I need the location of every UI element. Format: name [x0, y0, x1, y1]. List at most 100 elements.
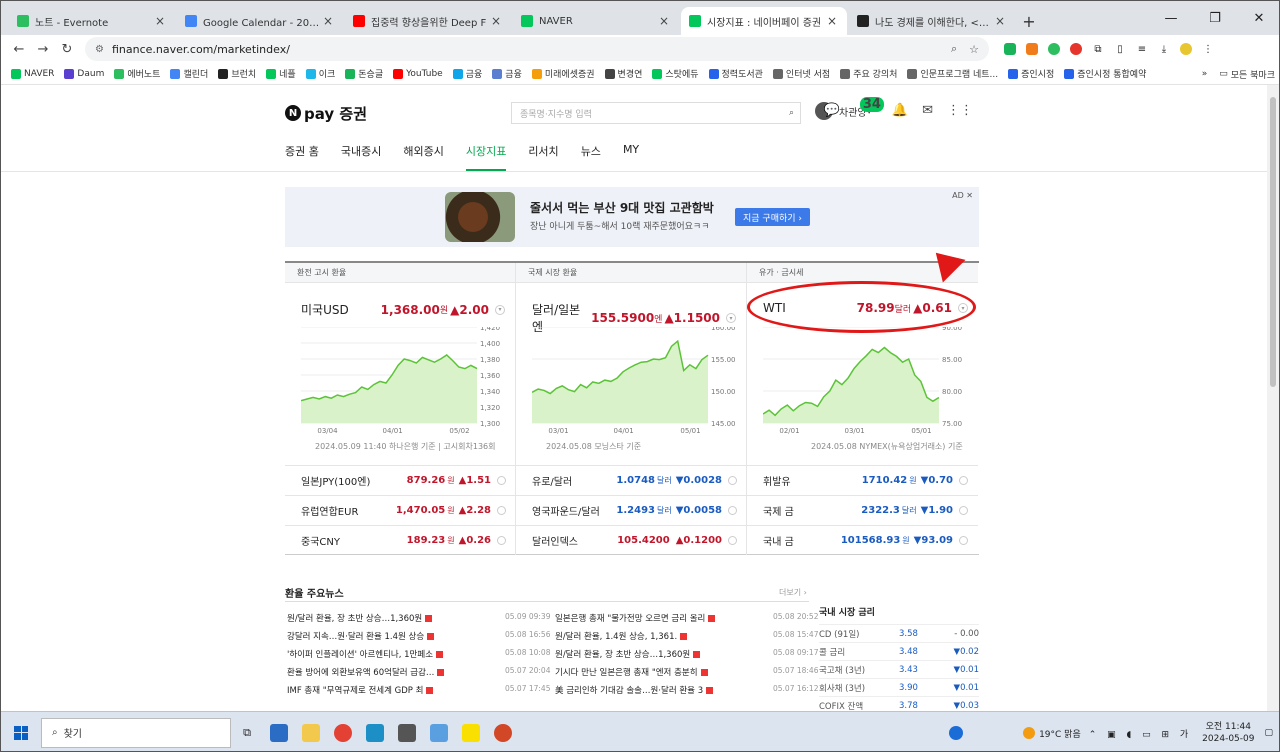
news-item[interactable]: 원/달러 환율, 장 초반 상승…1,360원 05.08 09:17: [555, 648, 818, 660]
browser-tab[interactable]: 나도 경제를 이해한다, <돈승 ×: [849, 7, 1015, 35]
rate-row[interactable]: 국고채 (3년) 3.43 ▼0.01: [819, 660, 979, 678]
menu-item[interactable]: 해외증시: [403, 143, 443, 171]
stock-search-input[interactable]: 종목명·지수명 입력 ⌕: [511, 102, 801, 124]
bookmark-item[interactable]: Daum: [64, 68, 104, 79]
taskbar-search[interactable]: ⌕ 찾기: [41, 717, 231, 748]
sub-rate-row[interactable]: 국제 금 2322.3 달러 ▼1.90: [747, 495, 978, 525]
browser-tab[interactable]: 집중력 향상을위한 Deep F ×: [345, 7, 511, 35]
browser-tab[interactable]: 노트 - Evernote ×: [9, 7, 175, 35]
toggle-icon[interactable]: [728, 536, 737, 545]
news-more-link[interactable]: 더보기 ›: [779, 587, 807, 598]
puzzle-icon[interactable]: ⧉: [1087, 38, 1109, 60]
bookmark-item[interactable]: 미래에셋증권: [531, 67, 595, 80]
bookmark-item[interactable]: 스탓에듀: [652, 67, 699, 80]
bookmark-item[interactable]: 인문프로그램 네트...: [907, 67, 998, 80]
scrollbar-thumb[interactable]: [1270, 97, 1276, 387]
profile-icon[interactable]: [1175, 38, 1197, 60]
bookmark-item[interactable]: 금융: [452, 67, 482, 80]
close-icon[interactable]: ×: [993, 14, 1007, 28]
start-button[interactable]: [1, 712, 41, 752]
toggle-icon[interactable]: [959, 506, 968, 515]
news-item[interactable]: 기시다 만난 일본은행 총재 "엔저 충분히 05.07 18:46: [555, 666, 818, 678]
app-icon[interactable]: [391, 715, 423, 751]
restore-icon[interactable]: ❐: [1193, 1, 1237, 35]
rate-row[interactable]: CD (91일) 3.58 - 0.00: [819, 624, 979, 642]
bookmark-item[interactable]: 증인시정: [1008, 67, 1054, 80]
news-item[interactable]: IMF 총재 "무역규제로 전세계 GDP 최 05.07 17:45: [287, 684, 550, 696]
browser-tab[interactable]: NAVER ×: [513, 7, 679, 35]
sub-rate-row[interactable]: 국내 금 101568.93 원 ▼93.09: [747, 525, 978, 555]
sub-rate-row[interactable]: 휘발유 1710.42 원 ▼0.70: [747, 465, 978, 495]
zoom-icon[interactable]: ⌕: [951, 42, 957, 56]
bookmark-item[interactable]: 이크: [305, 67, 335, 80]
clock[interactable]: 오전 11:44 2024-05-09: [1202, 721, 1254, 745]
chevron-double-right-icon[interactable]: »: [1202, 69, 1208, 79]
rate-row[interactable]: 회사채 (3년) 3.90 ▼0.01: [819, 678, 979, 696]
news-item[interactable]: 원/달러 환율, 장 초반 상승…1,360원 05.09 09:39: [287, 612, 550, 624]
download-icon[interactable]: ⤓: [1153, 38, 1175, 60]
close-icon[interactable]: ×: [825, 14, 839, 28]
mail-icon[interactable]: ✉: [922, 103, 933, 118]
npay-logo[interactable]: Npay 증권: [285, 103, 367, 124]
all-bookmarks[interactable]: » ▭ 모든 북마크: [1202, 63, 1275, 85]
extension-icon[interactable]: [999, 38, 1021, 60]
news-item[interactable]: 강달러 지속…원·달러 환율 1.4원 상승 05.08 16:56: [287, 630, 550, 642]
news-item[interactable]: 일본은행 총재 "물가전망 오르면 금리 올리 05.08 20:52: [555, 612, 818, 624]
weather-text[interactable]: 19°C 맑음: [1039, 727, 1081, 740]
ad-banner[interactable]: 줄서서 먹는 부산 9대 맛집 고관함박 장난 아니게 두툼~해서 10랙 재주…: [285, 187, 979, 247]
chrome-icon[interactable]: [327, 715, 359, 751]
browser-tab[interactable]: 시장지표 : 네이버페이 증권 ×: [681, 7, 847, 35]
app-icon[interactable]: [263, 715, 295, 751]
close-window-icon[interactable]: ✕: [1237, 1, 1279, 35]
close-icon[interactable]: ×: [153, 14, 167, 28]
news-item[interactable]: 美 금리인하 기대감 솔솔…원·달러 환율 3 05.07 16:12: [555, 684, 818, 696]
bookmark-item[interactable]: NAVER: [11, 68, 54, 79]
chat-icon[interactable]: 💬 34: [824, 97, 884, 118]
bookmark-item[interactable]: 캘린더: [170, 67, 208, 80]
bookmark-item[interactable]: 에버노트: [114, 67, 160, 80]
minimize-icon[interactable]: —: [1149, 1, 1193, 35]
sidebar-icon[interactable]: ▯: [1109, 38, 1131, 60]
bookmark-item[interactable]: 정력도서관: [708, 67, 763, 80]
reading-list-icon[interactable]: ≡: [1131, 38, 1153, 60]
main-rate-row[interactable]: 미국USD 1,368.00 원 ▲2.00 ▾: [301, 301, 505, 318]
bookmark-item[interactable]: 주요 강의처: [840, 67, 897, 80]
toggle-icon[interactable]: [728, 476, 737, 485]
apps-grid-icon[interactable]: ⋮⋮: [947, 103, 973, 118]
bookmark-item[interactable]: YouTube: [393, 68, 443, 79]
toggle-icon[interactable]: [497, 506, 506, 515]
app-icon[interactable]: [359, 715, 391, 751]
task-view-icon[interactable]: ⧉: [231, 715, 263, 751]
bookmark-star-icon[interactable]: ☆: [969, 43, 979, 56]
bookmark-item[interactable]: 돈승글: [345, 67, 383, 80]
sub-rate-row[interactable]: 일본JPY(100엔) 879.26 원 ▲1.51: [285, 465, 516, 495]
notification-icon[interactable]: ▢: [1264, 728, 1273, 738]
bookmark-item[interactable]: 브런치: [218, 67, 256, 80]
site-info-icon[interactable]: ⚙: [95, 44, 104, 55]
back-icon[interactable]: ←: [7, 37, 31, 61]
close-icon[interactable]: ×: [657, 14, 671, 28]
bookmark-item[interactable]: 네플: [266, 67, 296, 80]
news-item[interactable]: 원/달러 환율, 1.4원 상승, 1,361. 05.08 15:47: [555, 630, 818, 642]
scrollbar[interactable]: [1267, 85, 1279, 711]
menu-item[interactable]: 시장지표: [465, 143, 507, 171]
adblock-extension-icon[interactable]: [1065, 38, 1087, 60]
powerpoint-icon[interactable]: [487, 715, 519, 751]
menu-item[interactable]: 뉴스: [581, 143, 601, 171]
ad-close-button[interactable]: AD ✕: [952, 191, 973, 200]
close-icon[interactable]: ×: [489, 14, 503, 28]
sub-rate-row[interactable]: 영국파운드/달러 1.2493 달러 ▼0.0058: [516, 495, 747, 525]
menu-item[interactable]: 증권 홈: [285, 143, 319, 171]
evernote-extension-icon[interactable]: [1043, 38, 1065, 60]
sub-rate-row[interactable]: 유럽연합EUR 1,470.05 원 ▲2.28: [285, 495, 516, 525]
toggle-icon[interactable]: [728, 506, 737, 515]
bookmark-item[interactable]: 변경연: [604, 67, 642, 80]
kakaotalk-icon[interactable]: [455, 715, 487, 751]
toggle-icon[interactable]: [959, 476, 968, 485]
extension-icon[interactable]: [1021, 38, 1043, 60]
news-item[interactable]: 환율 방어에 외환보유액 60억달러 급감… 05.07 20:04: [287, 666, 550, 678]
menu-item[interactable]: MY: [623, 143, 639, 171]
app-icon[interactable]: [423, 715, 455, 751]
news-item[interactable]: '하이퍼 인플레이션' 아르헨티나, 1만페소 05.08 10:08: [287, 648, 550, 660]
ad-buy-button[interactable]: 지금 구매하기 ›: [735, 208, 811, 226]
